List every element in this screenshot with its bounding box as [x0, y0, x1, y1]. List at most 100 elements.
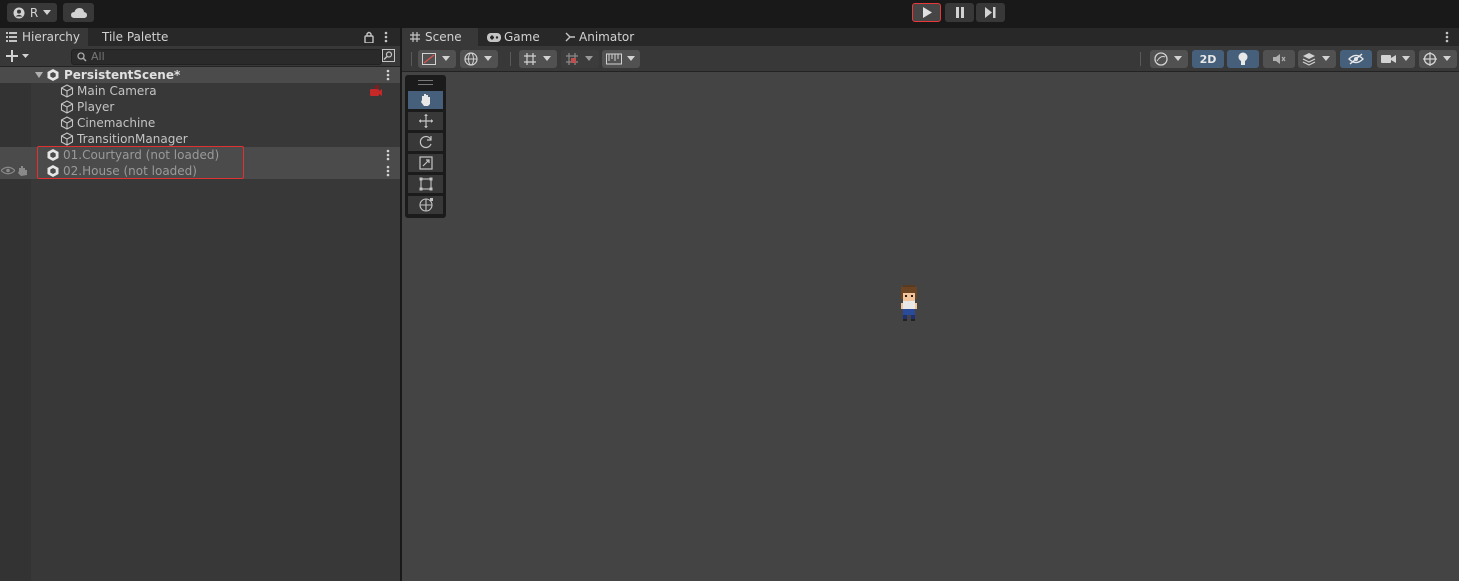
global-view-dropdown[interactable]	[460, 50, 498, 68]
gizmos-dropdown[interactable]	[1419, 50, 1457, 68]
chevron-down-icon	[627, 56, 635, 62]
cloud-button[interactable]	[63, 3, 94, 22]
ruler-icon	[606, 53, 622, 65]
hierarchy-search-input[interactable]: All	[71, 49, 382, 65]
hierarchy-tab-bar: Hierarchy Tile Palette	[0, 28, 400, 46]
hand-tool-button[interactable]	[408, 91, 443, 109]
rotate-tool-button[interactable]	[408, 133, 443, 151]
transform-tool-button[interactable]	[408, 196, 443, 214]
pickable-hand-icon[interactable]	[17, 165, 29, 177]
pause-icon	[955, 7, 965, 18]
chevron-down-icon	[442, 56, 450, 62]
tab-hierarchy[interactable]: Hierarchy	[0, 28, 88, 46]
rect-tool-button[interactable]	[408, 175, 443, 193]
audio-toggle[interactable]	[1263, 50, 1295, 68]
grid-icon	[523, 52, 537, 66]
rect-transform-icon	[419, 177, 433, 191]
scale-icon	[418, 156, 433, 170]
grid-snap-dropdown[interactable]	[519, 50, 557, 68]
chevron-down-icon	[1443, 56, 1451, 62]
scene-viewport[interactable]	[402, 72, 1459, 581]
object-name: Main Camera	[77, 84, 157, 98]
main-toolbar	[0, 0, 1459, 26]
toolbar-separator	[411, 52, 412, 66]
tab-game-label: Game	[504, 30, 540, 44]
list-item-cinemachine[interactable]: Cinemachine	[0, 115, 400, 131]
list-item-main-camera[interactable]: Main Camera	[0, 83, 400, 99]
tab-animator[interactable]: Animator	[560, 28, 640, 46]
lock-icon[interactable]	[364, 31, 374, 43]
chevron-down-icon	[543, 56, 551, 62]
eye-hidden-icon	[1348, 53, 1364, 65]
play-button[interactable]	[912, 3, 941, 22]
search-icon	[77, 52, 88, 62]
draw-mode-dropdown[interactable]	[418, 50, 456, 68]
search-placeholder: All	[91, 50, 105, 63]
pause-button[interactable]	[945, 3, 974, 22]
step-icon	[985, 7, 996, 18]
chevron-down-icon	[1174, 56, 1182, 62]
chevron-down-icon	[43, 9, 52, 16]
scene-name: PersistentScene*	[64, 68, 181, 82]
snap-grid-icon	[565, 52, 579, 66]
scene-menu-icon[interactable]	[386, 165, 390, 177]
snap-settings-dropdown[interactable]	[561, 50, 599, 68]
scene-camera-dropdown[interactable]	[1377, 50, 1415, 68]
tab-tile-palette-label: Tile Palette	[102, 30, 169, 44]
2d-mode-toggle[interactable]: 2D	[1192, 50, 1224, 68]
account-icon	[13, 7, 25, 19]
transform-icon	[418, 197, 434, 213]
account-dropdown[interactable]: R	[7, 3, 57, 22]
tool-overlay	[405, 75, 446, 218]
scene-panel-menu-icon[interactable]	[1445, 31, 1449, 43]
tab-scene[interactable]: Scene	[402, 28, 478, 46]
grid-icon	[410, 32, 420, 42]
account-label: R	[29, 5, 39, 20]
visibility-eye-icon[interactable]	[1, 166, 15, 175]
gizmo-icon	[1423, 52, 1437, 66]
gamepad-icon	[487, 33, 501, 42]
panel-menu-icon[interactable]	[384, 31, 388, 43]
tab-tile-palette[interactable]: Tile Palette	[90, 28, 180, 46]
chevron-down-icon	[484, 56, 492, 62]
scene-menu-icon[interactable]	[386, 69, 390, 81]
foldout-arrow-icon[interactable]	[35, 72, 43, 79]
move-tool-button[interactable]	[408, 112, 443, 130]
object-name: Cinemachine	[77, 116, 156, 130]
scene-visibility-toggle[interactable]	[1340, 50, 1372, 68]
player-sprite[interactable]	[897, 285, 921, 321]
chevron-down-icon	[1322, 56, 1330, 62]
move-icon	[418, 114, 433, 128]
list-item-player[interactable]: Player	[0, 99, 400, 115]
play-icon	[922, 7, 932, 18]
shaded-mode-icon	[422, 53, 436, 65]
object-name: TransitionManager	[77, 132, 188, 146]
add-object-button[interactable]	[6, 50, 30, 62]
chevron-down-icon	[585, 56, 593, 62]
lighting-toggle[interactable]	[1227, 50, 1259, 68]
gameobject-cube-icon	[60, 116, 74, 130]
step-button[interactable]	[976, 3, 1005, 22]
scene-menu-icon[interactable]	[386, 149, 390, 161]
gameobject-cube-icon	[60, 84, 74, 98]
unity-scene-icon	[46, 68, 60, 82]
tab-game[interactable]: Game	[482, 28, 552, 46]
cloud-icon	[70, 7, 87, 18]
lightbulb-icon	[1238, 52, 1248, 66]
list-item-persistent-scene[interactable]: PersistentScene*	[0, 67, 400, 83]
search-window-icon[interactable]	[382, 49, 395, 62]
list-item-transition-manager[interactable]: TransitionManager	[0, 131, 400, 147]
animator-icon	[565, 32, 576, 42]
sphere-icon	[1154, 52, 1168, 66]
effects-dropdown[interactable]	[1298, 50, 1336, 68]
rotate-icon	[419, 135, 433, 149]
overlay-drag-handle[interactable]	[418, 80, 433, 85]
increment-snap-dropdown[interactable]	[602, 50, 640, 68]
scale-tool-button[interactable]	[408, 154, 443, 172]
layers-icon	[1302, 52, 1316, 66]
object-name: Player	[77, 100, 115, 114]
2d-mode-label: 2D	[1199, 52, 1217, 66]
render-mode-dropdown[interactable]	[1150, 50, 1188, 68]
highlight-box	[37, 146, 244, 179]
camera-warning-icon	[369, 84, 383, 98]
